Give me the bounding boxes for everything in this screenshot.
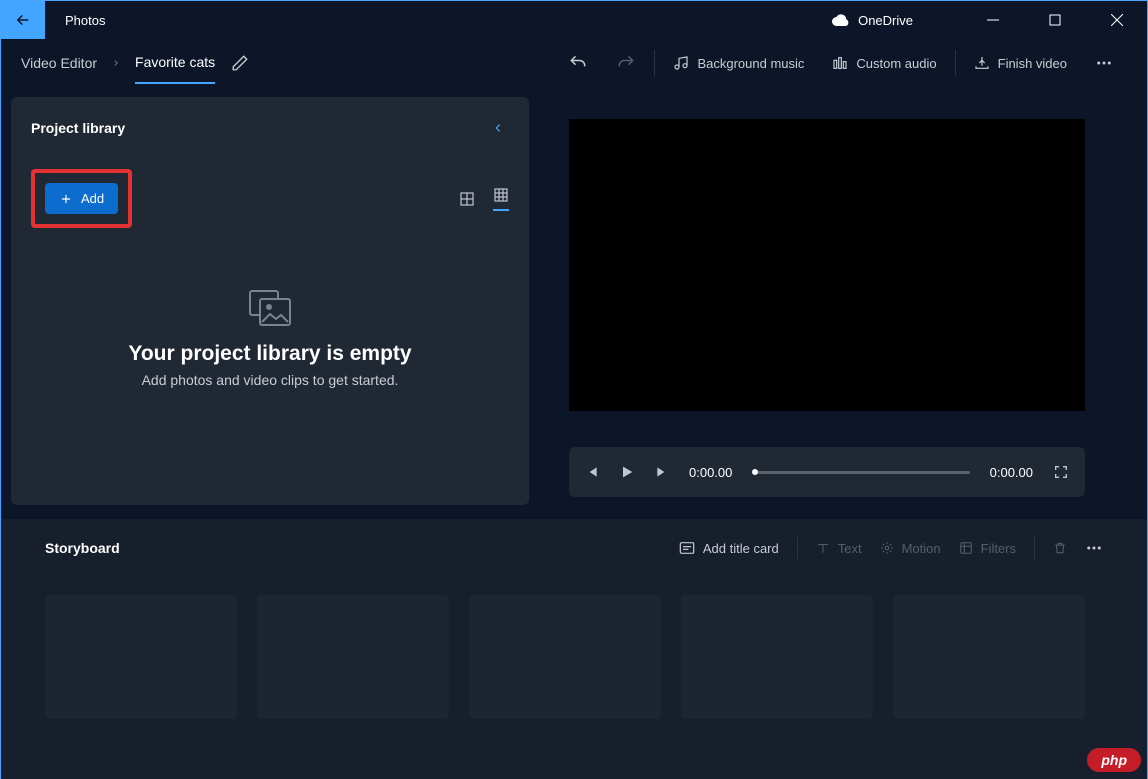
maximize-icon	[1049, 14, 1061, 26]
add-button[interactable]: Add	[45, 183, 118, 214]
back-button[interactable]	[1, 1, 45, 39]
custom-audio-button[interactable]: Custom audio	[818, 47, 950, 79]
preview-area: 0:00.00 0:00.00	[569, 97, 1137, 505]
view-small-button[interactable]	[493, 187, 509, 211]
image-stack-icon	[247, 288, 293, 328]
add-highlight-annotation: Add	[31, 169, 132, 228]
storyboard-separator	[1034, 537, 1035, 559]
play-button[interactable]	[619, 464, 635, 480]
onedrive-label: OneDrive	[858, 13, 913, 28]
titlebar: Photos OneDrive	[1, 1, 1147, 39]
project-library-title: Project library	[31, 120, 125, 136]
more-icon	[1095, 54, 1113, 72]
cloud-icon	[832, 14, 850, 26]
clip-slot[interactable]	[681, 595, 873, 719]
storyboard-panel: Storyboard Add title card Text Motion Fi…	[1, 519, 1147, 779]
filters-label: Filters	[981, 541, 1016, 556]
project-library-panel: Project library Add	[11, 97, 529, 505]
current-time: 0:00.00	[689, 465, 732, 480]
finish-video-button[interactable]: Finish video	[960, 47, 1081, 79]
chevron-right-icon	[111, 58, 121, 68]
export-icon	[974, 55, 990, 71]
empty-subtitle: Add photos and video clips to get starte…	[31, 372, 509, 388]
player-controls: 0:00.00 0:00.00	[569, 447, 1085, 497]
fullscreen-button[interactable]	[1053, 464, 1069, 480]
close-button[interactable]	[1095, 1, 1139, 39]
custom-audio-label: Custom audio	[856, 56, 936, 71]
onedrive-button[interactable]: OneDrive	[832, 13, 913, 28]
storyboard-more-button[interactable]	[1085, 539, 1103, 557]
storyboard-clips	[45, 595, 1103, 719]
filters-icon	[959, 541, 973, 555]
plus-icon	[59, 192, 73, 206]
play-icon	[619, 464, 635, 480]
seek-bar[interactable]	[752, 471, 969, 474]
add-title-card-button[interactable]: Add title card	[679, 541, 779, 556]
view-large-button[interactable]	[459, 191, 475, 207]
clip-slot[interactable]	[893, 595, 1085, 719]
library-empty-icon	[247, 288, 293, 328]
previous-frame-button[interactable]	[585, 465, 599, 479]
clip-slot[interactable]	[469, 595, 661, 719]
breadcrumb-root[interactable]: Video Editor	[21, 55, 97, 71]
undo-button[interactable]	[554, 45, 602, 81]
empty-title: Your project library is empty	[31, 342, 509, 366]
more-icon	[1085, 539, 1103, 557]
next-frame-button[interactable]	[655, 465, 669, 479]
add-button-label: Add	[81, 191, 104, 206]
grid-small-icon	[493, 187, 509, 203]
motion-icon	[880, 541, 894, 555]
text-button[interactable]: Text	[816, 541, 862, 556]
motion-button[interactable]: Motion	[880, 541, 941, 556]
toolbar-separator	[654, 50, 655, 76]
finish-video-label: Finish video	[998, 56, 1067, 71]
motion-label: Motion	[902, 541, 941, 556]
maximize-button[interactable]	[1033, 1, 1077, 39]
step-back-icon	[585, 465, 599, 479]
storyboard-title: Storyboard	[45, 540, 120, 556]
minimize-icon	[987, 14, 999, 26]
seek-handle[interactable]	[752, 469, 758, 475]
clip-slot[interactable]	[45, 595, 237, 719]
main-content: Project library Add	[1, 87, 1147, 505]
step-forward-icon	[655, 465, 669, 479]
filters-button[interactable]: Filters	[959, 541, 1016, 556]
library-empty-state: Your project library is empty Add photos…	[31, 288, 509, 388]
text-icon	[816, 541, 830, 555]
trash-icon	[1053, 540, 1067, 556]
rename-button[interactable]	[231, 54, 249, 72]
fullscreen-icon	[1053, 464, 1069, 480]
music-icon	[673, 55, 689, 71]
background-music-button[interactable]: Background music	[659, 47, 818, 79]
toolbar: Video Editor Favorite cats Background mu…	[1, 39, 1147, 87]
app-title: Photos	[65, 13, 105, 28]
minimize-button[interactable]	[971, 1, 1015, 39]
undo-icon	[568, 53, 588, 73]
grid-large-icon	[459, 191, 475, 207]
toolbar-separator	[955, 50, 956, 76]
pencil-icon	[231, 54, 249, 72]
text-label: Text	[838, 541, 862, 556]
watermark: php	[1087, 748, 1141, 772]
add-title-card-label: Add title card	[703, 541, 779, 556]
total-time: 0:00.00	[990, 465, 1033, 480]
clip-slot[interactable]	[257, 595, 449, 719]
chevron-left-icon	[491, 121, 505, 135]
collapse-library-button[interactable]	[487, 117, 509, 139]
background-music-label: Background music	[697, 56, 804, 71]
close-icon	[1111, 14, 1123, 26]
more-options-button[interactable]	[1081, 46, 1127, 80]
storyboard-separator	[797, 537, 798, 559]
breadcrumb-current[interactable]: Favorite cats	[135, 54, 215, 84]
audio-icon	[832, 55, 848, 71]
title-card-icon	[679, 541, 695, 555]
breadcrumb: Video Editor Favorite cats	[21, 42, 215, 84]
video-preview[interactable]	[569, 119, 1085, 411]
arrow-left-icon	[14, 11, 32, 29]
redo-icon	[616, 53, 636, 73]
redo-button[interactable]	[602, 45, 650, 81]
delete-button[interactable]	[1053, 540, 1067, 556]
